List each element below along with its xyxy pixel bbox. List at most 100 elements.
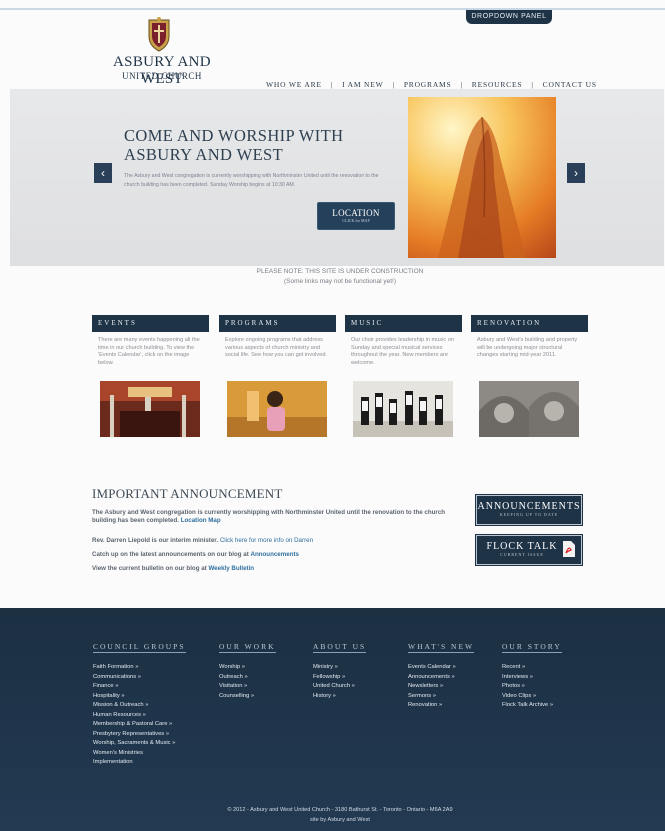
site-credit: site by Asbury and West (310, 817, 370, 823)
hero-text: The Asbury and West congregation is curr… (124, 173, 379, 188)
footer-heading[interactable]: OUR STORY (502, 642, 562, 653)
footer-link[interactable]: Sermons » (408, 692, 474, 702)
top-border (0, 8, 665, 10)
programs-image[interactable] (227, 381, 327, 437)
card-programs: PROGRAMS Explore ongoing programs that a… (219, 315, 336, 445)
hero-title-line2: ASBURY AND WEST (124, 145, 284, 164)
flock-talk-button[interactable]: FLOCK TALK CURRENT ISSUE (476, 535, 582, 565)
footer-link[interactable]: Mission & Outreach » (93, 701, 186, 711)
nav-separator: | (531, 80, 534, 89)
construction-notice: PLEASE NOTE: THIS SITE IS UNDER CONSTRUC… (256, 268, 424, 275)
footer-link[interactable]: Communications » (93, 673, 186, 683)
slider-prev-button[interactable]: ‹ (94, 163, 112, 183)
footer-col-whats-new: WHAT'S NEW Events Calendar » Announcemen… (408, 636, 475, 711)
card-music-title[interactable]: MUSIC (345, 315, 462, 332)
announcements-button-title: ANNOUNCEMENTS (477, 501, 581, 512)
pdf-icon (563, 541, 575, 562)
footer-link[interactable]: Human Resources » (93, 711, 186, 721)
location-button[interactable]: LOCATION CLICK for MAP (317, 202, 395, 230)
footer-link[interactable]: Women's Ministries (93, 749, 186, 759)
footer-link[interactable]: Interviews » (502, 673, 562, 683)
footer-heading[interactable]: OUR WORK (219, 642, 276, 653)
footer-link[interactable]: Ministry » (313, 663, 366, 673)
nav-item-programs[interactable]: PROGRAMS (404, 80, 452, 89)
nav-item-i-am-new[interactable]: I AM NEW (342, 80, 383, 89)
announcement-paragraph-4: View the current bulletin on our blog at… (92, 565, 254, 573)
footer-link[interactable]: Worship, Sacraments & Music » (93, 739, 186, 749)
card-renovation-title[interactable]: RENOVATION (471, 315, 588, 332)
construction-subnotice: (Some links may not be functional yet!) (284, 278, 396, 285)
footer-col-our-story: OUR STORY Recent » Interviews » Photos »… (502, 636, 562, 711)
announcement-text-2: Rev. Darren Liepold is our interim minis… (92, 537, 219, 544)
footer-link[interactable]: Outreach » (219, 673, 276, 683)
footer-link[interactable]: Announcements » (408, 673, 474, 683)
location-button-sublabel: CLICK for MAP (342, 218, 370, 223)
footer-link[interactable]: Counselling » (219, 692, 276, 702)
footer-heading[interactable]: WHAT'S NEW (408, 642, 475, 653)
darren-info-link[interactable]: Click here for more info on Darren (220, 537, 313, 544)
praying-hands-image (408, 97, 556, 258)
renovation-image[interactable] (479, 381, 579, 437)
footer-link[interactable]: Flock Talk Archive » (502, 701, 562, 711)
footer-link[interactable]: Video Clips » (502, 692, 562, 702)
footer-link[interactable]: Presbytery Representatives » (93, 730, 186, 740)
card-music-text: Our choir provides leadership in music o… (351, 337, 454, 366)
footer-col-council-groups: COUNCIL GROUPS Faith Formation » Communi… (93, 636, 186, 768)
footer-heading[interactable]: COUNCIL GROUPS (93, 642, 186, 653)
page: DROPDOWN PANEL ASBURY AND WEST UNITED CH… (0, 0, 665, 831)
announcement-paragraph-2: Rev. Darren Liepold is our interim minis… (92, 537, 313, 545)
events-image[interactable] (100, 381, 200, 437)
footer-link[interactable]: Hospitality » (93, 692, 186, 702)
nav-item-who-we-are[interactable]: WHO WE ARE (266, 80, 322, 89)
footer-link[interactable]: Finance » (93, 682, 186, 692)
nav-separator: | (460, 80, 463, 89)
announcement-paragraph-3: Catch up on the latest announcements on … (92, 551, 299, 559)
hero-title: COME AND WORSHIP WITH ASBURY AND WEST (124, 126, 384, 164)
announcements-button[interactable]: ANNOUNCEMENTS KEEPING UP TO DATE (476, 495, 582, 525)
card-renovation-text: Asbury and West's building and property … (477, 337, 578, 358)
dropdown-panel-tab[interactable]: DROPDOWN PANEL (466, 10, 552, 24)
announcement-paragraph-1: The Asbury and West congregation is curr… (92, 509, 464, 525)
footer-col-about-us: ABOUT US Ministry » Fellowship » United … (313, 636, 367, 702)
announcement-title: IMPORTANT ANNOUNCEMENT (92, 486, 283, 501)
hero-title-line1: COME AND WORSHIP WITH (124, 126, 344, 145)
card-music: MUSIC Our choir provides leadership in m… (345, 315, 462, 445)
announcement-text-4: View the current bulletin on our blog at (92, 565, 207, 572)
footer-link[interactable]: Events Calendar » (408, 663, 474, 673)
footer-heading[interactable]: ABOUT US (313, 642, 367, 653)
footer-link[interactable]: History » (313, 692, 366, 702)
footer-link[interactable]: Newsletters » (408, 682, 474, 692)
card-events: EVENTS There are many events happening a… (92, 315, 209, 445)
footer-link[interactable]: Renovation » (408, 701, 474, 711)
footer-link[interactable]: Fellowship » (313, 673, 366, 683)
copyright-text: © 2012 - Asbury and West United Church -… (227, 807, 453, 813)
footer-link[interactable]: United Church » (313, 682, 366, 692)
card-events-title[interactable]: EVENTS (92, 315, 209, 332)
footer-link[interactable]: Photos » (502, 682, 562, 692)
card-events-text: There are many events happening all the … (98, 337, 200, 366)
nav-separator: | (392, 80, 395, 89)
nav-item-contact-us[interactable]: CONTACT US (543, 80, 597, 89)
footer-link[interactable]: Implementation (93, 758, 186, 768)
card-programs-title[interactable]: PROGRAMS (219, 315, 336, 332)
footer-link[interactable]: Visitation » (219, 682, 276, 692)
footer-link[interactable]: Recent » (502, 663, 562, 673)
church-crest-icon[interactable] (146, 16, 172, 52)
footer-link[interactable]: Worship » (219, 663, 276, 673)
footer-link[interactable]: Faith Formation » (93, 663, 186, 673)
announcements-link[interactable]: Announcements (251, 551, 299, 558)
announcement-text-3: Catch up on the latest announcements on … (92, 551, 249, 558)
main-nav: WHO WE ARE | I AM NEW | PROGRAMS | RESOU… (266, 80, 597, 89)
slider-next-button[interactable]: › (567, 163, 585, 183)
location-button-label: LOCATION (332, 208, 380, 218)
music-image[interactable] (353, 381, 453, 437)
nav-item-resources[interactable]: RESOURCES (472, 80, 523, 89)
location-map-link[interactable]: Location Map (181, 517, 221, 524)
weekly-bulletin-link[interactable]: Weekly Bulletin (208, 565, 254, 572)
announcements-button-sub: KEEPING UP TO DATE (499, 512, 559, 517)
card-programs-text: Explore ongoing programs that address va… (225, 337, 327, 358)
nav-separator: | (330, 80, 334, 89)
card-renovation: RENOVATION Asbury and West's building an… (471, 315, 588, 445)
logo-subtitle: UNITED CHURCH (122, 71, 202, 81)
footer-link[interactable]: Membership & Pastoral Care » (93, 720, 186, 730)
